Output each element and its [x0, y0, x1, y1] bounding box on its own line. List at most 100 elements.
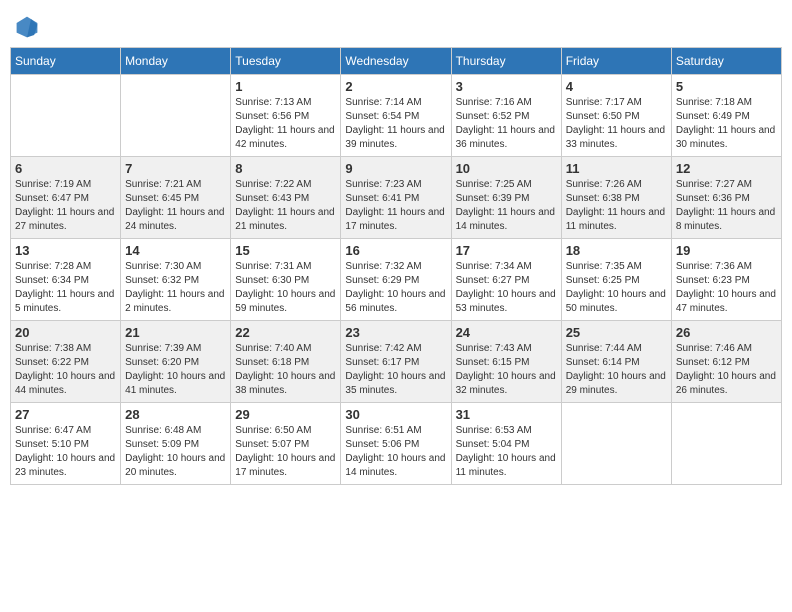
day-info: Sunrise: 7:36 AM Sunset: 6:23 PM Dayligh… — [676, 260, 777, 316]
day-header-friday: Friday — [561, 48, 671, 75]
day-number: 12 — [676, 161, 777, 176]
day-info: Sunrise: 7:17 AM Sunset: 6:50 PM Dayligh… — [566, 96, 667, 152]
calendar-cell: 19 Sunrise: 7:36 AM Sunset: 6:23 PM Dayli… — [671, 239, 781, 321]
day-number: 2 — [345, 79, 446, 94]
day-info: Sunrise: 7:19 AM Sunset: 6:47 PM Dayligh… — [15, 178, 116, 234]
day-info: Sunrise: 6:53 AM Sunset: 5:04 PM Dayligh… — [456, 424, 557, 480]
day-info: Sunrise: 7:13 AM Sunset: 6:56 PM Dayligh… — [235, 96, 336, 152]
logo-icon — [15, 15, 39, 39]
day-number: 19 — [676, 243, 777, 258]
calendar-cell: 27Sunrise: 6:47 AM Sunset: 5:10 PM Dayli… — [11, 403, 121, 485]
calendar-cell: 5Sunrise: 7:18 AM Sunset: 6:49 PM Daylig… — [671, 75, 781, 157]
calendar-cell: 30 Sunrise: 6:51 AM Sunset: 5:06 PM Dayli… — [341, 403, 451, 485]
calendar-cell: 16 Sunrise: 7:32 AM Sunset: 6:29 PM Dayli… — [341, 239, 451, 321]
day-info: Sunrise: 7:23 AM Sunset: 6:41 PM Dayligh… — [345, 178, 446, 234]
calendar-cell: 14 Sunrise: 7:30 AM Sunset: 6:32 PM Dayli… — [121, 239, 231, 321]
calendar-cell: 24 Sunrise: 7:43 AM Sunset: 6:15 PM Dayli… — [451, 321, 561, 403]
day-info: Sunrise: 7:14 AM Sunset: 6:54 PM Dayligh… — [345, 96, 446, 152]
day-number: 9 — [345, 161, 446, 176]
logo — [15, 15, 43, 39]
day-number: 20 — [15, 325, 116, 340]
day-number: 24 — [456, 325, 557, 340]
day-info: Sunrise: 7:42 AM Sunset: 6:17 PM Dayligh… — [345, 342, 446, 398]
day-number: 14 — [125, 243, 226, 258]
day-number: 30 — [345, 407, 446, 422]
day-number: 26 — [676, 325, 777, 340]
day-header-wednesday: Wednesday — [341, 48, 451, 75]
day-header-monday: Monday — [121, 48, 231, 75]
calendar-table: SundayMondayTuesdayWednesdayThursdayFrid… — [10, 47, 782, 485]
day-number: 8 — [235, 161, 336, 176]
day-info: Sunrise: 6:47 AM Sunset: 5:10 PM Dayligh… — [15, 424, 116, 480]
day-number: 23 — [345, 325, 446, 340]
day-info: Sunrise: 7:25 AM Sunset: 6:39 PM Dayligh… — [456, 178, 557, 234]
day-number: 17 — [456, 243, 557, 258]
day-info: Sunrise: 7:26 AM Sunset: 6:38 PM Dayligh… — [566, 178, 667, 234]
header-row: SundayMondayTuesdayWednesdayThursdayFrid… — [11, 48, 782, 75]
day-info: Sunrise: 7:39 AM Sunset: 6:20 PM Dayligh… — [125, 342, 226, 398]
day-number: 25 — [566, 325, 667, 340]
day-info: Sunrise: 6:50 AM Sunset: 5:07 PM Dayligh… — [235, 424, 336, 480]
day-info: Sunrise: 7:35 AM Sunset: 6:25 PM Dayligh… — [566, 260, 667, 316]
calendar-cell: 3 Sunrise: 7:16 AM Sunset: 6:52 PM Daylig… — [451, 75, 561, 157]
day-info: Sunrise: 7:43 AM Sunset: 6:15 PM Dayligh… — [456, 342, 557, 398]
day-number: 22 — [235, 325, 336, 340]
day-header-saturday: Saturday — [671, 48, 781, 75]
day-info: Sunrise: 7:44 AM Sunset: 6:14 PM Dayligh… — [566, 342, 667, 398]
day-number: 1 — [235, 79, 336, 94]
calendar-cell: 8 Sunrise: 7:22 AM Sunset: 6:43 PM Daylig… — [231, 157, 341, 239]
day-info: Sunrise: 7:32 AM Sunset: 6:29 PM Dayligh… — [345, 260, 446, 316]
calendar-cell: 28Sunrise: 6:48 AM Sunset: 5:09 PM Dayli… — [121, 403, 231, 485]
day-info: Sunrise: 7:40 AM Sunset: 6:18 PM Dayligh… — [235, 342, 336, 398]
calendar-cell: 4 Sunrise: 7:17 AM Sunset: 6:50 PM Daylig… — [561, 75, 671, 157]
calendar-cell: 10 Sunrise: 7:25 AM Sunset: 6:39 PM Dayli… — [451, 157, 561, 239]
calendar-cell — [11, 75, 121, 157]
day-info: Sunrise: 7:28 AM Sunset: 6:34 PM Dayligh… — [15, 260, 116, 316]
day-info: Sunrise: 7:16 AM Sunset: 6:52 PM Dayligh… — [456, 96, 557, 152]
calendar-cell: 25 Sunrise: 7:44 AM Sunset: 6:14 PM Dayli… — [561, 321, 671, 403]
day-info: Sunrise: 7:38 AM Sunset: 6:22 PM Dayligh… — [15, 342, 116, 398]
calendar-cell: 6 Sunrise: 7:19 AM Sunset: 6:47 PM Daylig… — [11, 157, 121, 239]
day-info: Sunrise: 6:51 AM Sunset: 5:06 PM Dayligh… — [345, 424, 446, 480]
day-number: 29 — [235, 407, 336, 422]
calendar-cell: 17Sunrise: 7:34 AM Sunset: 6:27 PM Dayli… — [451, 239, 561, 321]
week-row-4: 20 Sunrise: 7:38 AM Sunset: 6:22 PM Dayli… — [11, 321, 782, 403]
calendar-cell: 15 Sunrise: 7:31 AM Sunset: 6:30 PM Dayli… — [231, 239, 341, 321]
day-number: 18 — [566, 243, 667, 258]
calendar-cell: 22 Sunrise: 7:40 AM Sunset: 6:18 PM Dayli… — [231, 321, 341, 403]
day-number: 13 — [15, 243, 116, 258]
day-header-sunday: Sunday — [11, 48, 121, 75]
calendar-cell: 13 Sunrise: 7:28 AM Sunset: 6:34 PM Dayli… — [11, 239, 121, 321]
page-header — [10, 10, 782, 39]
day-number: 16 — [345, 243, 446, 258]
calendar-cell: 1 Sunrise: 7:13 AM Sunset: 6:56 PM Daylig… — [231, 75, 341, 157]
week-row-2: 6 Sunrise: 7:19 AM Sunset: 6:47 PM Daylig… — [11, 157, 782, 239]
day-number: 7 — [125, 161, 226, 176]
day-header-tuesday: Tuesday — [231, 48, 341, 75]
week-row-1: 1 Sunrise: 7:13 AM Sunset: 6:56 PM Daylig… — [11, 75, 782, 157]
day-number: 3 — [456, 79, 557, 94]
calendar-cell: 29 Sunrise: 6:50 AM Sunset: 5:07 PM Dayli… — [231, 403, 341, 485]
day-number: 6 — [15, 161, 116, 176]
day-info: Sunrise: 7:22 AM Sunset: 6:43 PM Dayligh… — [235, 178, 336, 234]
day-info: Sunrise: 7:46 AM Sunset: 6:12 PM Dayligh… — [676, 342, 777, 398]
calendar-cell — [121, 75, 231, 157]
calendar-cell — [561, 403, 671, 485]
calendar-cell: 11Sunrise: 7:26 AM Sunset: 6:38 PM Dayli… — [561, 157, 671, 239]
day-info: Sunrise: 7:30 AM Sunset: 6:32 PM Dayligh… — [125, 260, 226, 316]
calendar-cell: 20 Sunrise: 7:38 AM Sunset: 6:22 PM Dayli… — [11, 321, 121, 403]
calendar-cell: 31 Sunrise: 6:53 AM Sunset: 5:04 PM Dayli… — [451, 403, 561, 485]
calendar-cell: 9 Sunrise: 7:23 AM Sunset: 6:41 PM Daylig… — [341, 157, 451, 239]
day-info: Sunrise: 7:31 AM Sunset: 6:30 PM Dayligh… — [235, 260, 336, 316]
calendar-cell: 12Sunrise: 7:27 AM Sunset: 6:36 PM Dayli… — [671, 157, 781, 239]
week-row-5: 27Sunrise: 6:47 AM Sunset: 5:10 PM Dayli… — [11, 403, 782, 485]
calendar-cell: 2 Sunrise: 7:14 AM Sunset: 6:54 PM Daylig… — [341, 75, 451, 157]
calendar-cell: 26 Sunrise: 7:46 AM Sunset: 6:12 PM Dayli… — [671, 321, 781, 403]
day-number: 10 — [456, 161, 557, 176]
day-info: Sunrise: 6:48 AM Sunset: 5:09 PM Dayligh… — [125, 424, 226, 480]
day-number: 15 — [235, 243, 336, 258]
day-info: Sunrise: 7:21 AM Sunset: 6:45 PM Dayligh… — [125, 178, 226, 234]
day-number: 4 — [566, 79, 667, 94]
day-header-thursday: Thursday — [451, 48, 561, 75]
day-number: 31 — [456, 407, 557, 422]
